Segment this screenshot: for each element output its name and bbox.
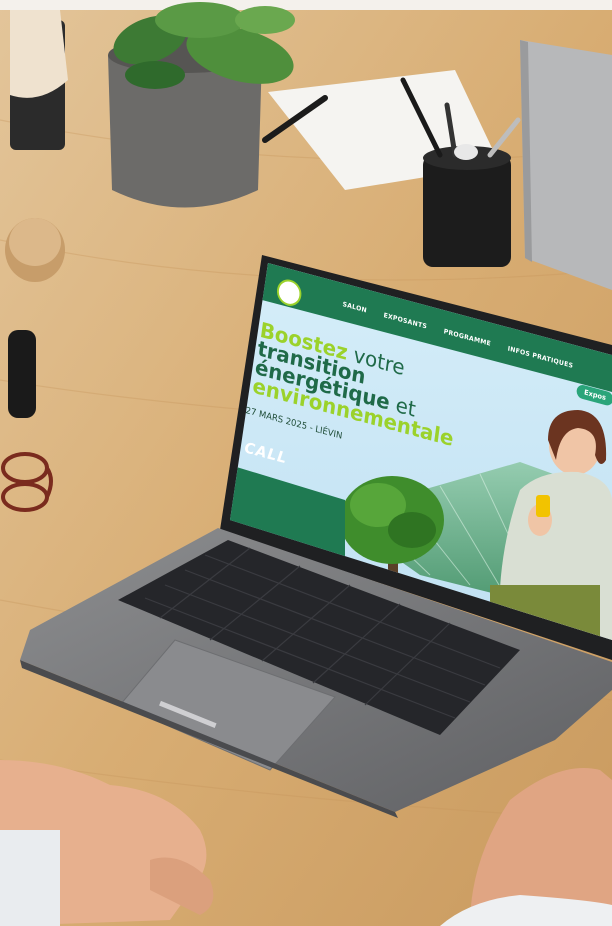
photo-illustration	[0, 0, 612, 926]
background-laptop	[520, 40, 612, 290]
pen-holder	[423, 155, 511, 267]
lamp-shade	[10, 10, 68, 98]
dark-device	[8, 330, 36, 418]
desk-photo-scene: SALON EXPOSANTS PROGRAMME INFOS PRATIQUE…	[0, 0, 612, 926]
